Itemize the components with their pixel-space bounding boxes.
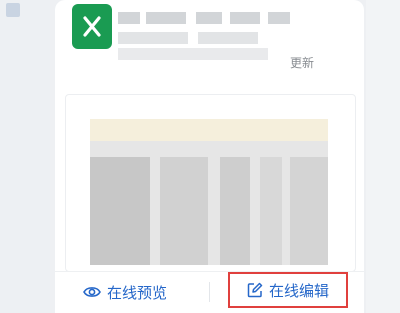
avatar (6, 3, 20, 17)
eye-icon (83, 285, 101, 299)
updated-label: 更新 (290, 56, 315, 70)
file-name-blurred (118, 6, 298, 60)
preview-online-label: 在线预览 (107, 283, 168, 302)
file-card[interactable]: 更新 在线预览 在线编辑 (55, 0, 364, 313)
sheet-preview[interactable] (65, 94, 356, 272)
edit-online-label: 在线编辑 (268, 281, 329, 300)
sheet-thumbnail (90, 119, 328, 265)
right-panel-strip (366, 0, 400, 313)
file-action-bar: 在线预览 在线编辑 (55, 272, 364, 313)
preview-online-button[interactable]: 在线预览 (83, 272, 167, 312)
left-panel-strip (0, 0, 50, 313)
edit-online-button[interactable]: 在线编辑 (228, 272, 348, 308)
edit-icon (247, 282, 263, 298)
button-separator (209, 282, 210, 302)
excel-file-icon (72, 4, 112, 49)
sheet-header-row (90, 119, 328, 141)
